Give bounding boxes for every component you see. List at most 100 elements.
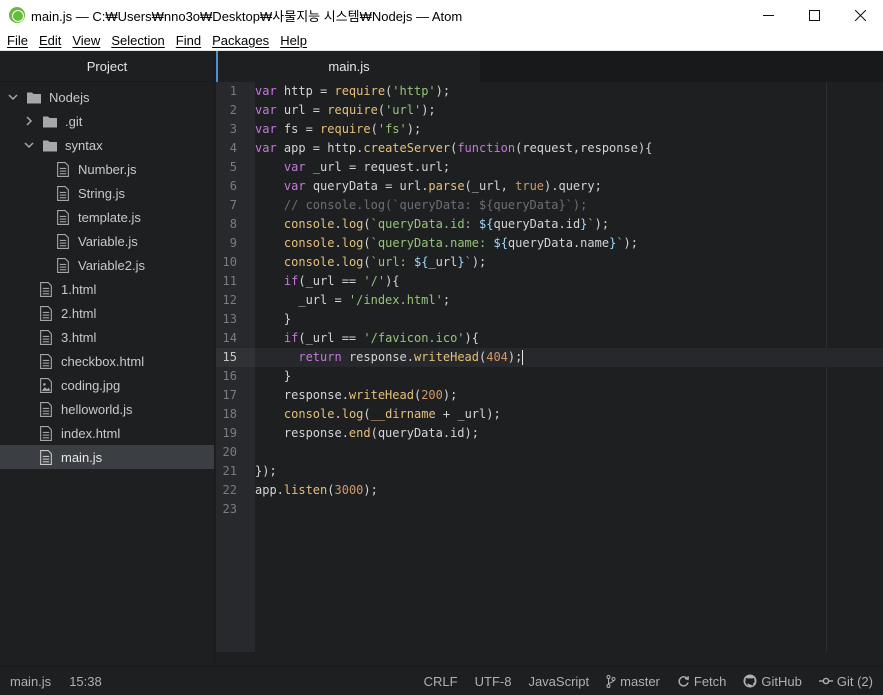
tree-item-label: Number.js [78,161,137,177]
encoding-label: UTF-8 [474,673,512,689]
tree-item-label: main.js [61,449,103,465]
window-title-bar: main.js — C:₩Users₩nno3o₩Desktop₩사물지능 시스… [0,0,883,30]
menu-file[interactable]: File [3,33,32,48]
tree-item-main-js[interactable]: main.js [0,445,214,469]
tree-item-string-js[interactable]: String.js [0,181,214,205]
folder-icon [42,137,58,153]
file-text-icon [55,257,71,273]
line-number: 13 [222,312,237,326]
tree-item-variable-js[interactable]: Variable.js [0,229,214,253]
tree-item-git[interactable]: .git [0,109,214,133]
menu-help[interactable]: Help [276,33,311,48]
line-number: 5 [229,160,237,174]
code-line[interactable]: var url = require('url'); [255,101,883,120]
code-line[interactable] [255,443,883,462]
code-line[interactable]: response.end(queryData.id); [255,424,883,443]
minimize-button[interactable] [745,0,791,30]
status-branch[interactable]: master [606,674,660,689]
code-line[interactable]: app.listen(3000); [255,481,883,500]
line-number: 2 [229,103,237,117]
line-number: 3 [229,122,237,136]
status-fetch[interactable]: Fetch [677,674,726,689]
status-grammar[interactable]: JavaScript [528,674,589,689]
tree-item-label: Nodejs [49,89,90,105]
code-line[interactable]: // console.log(`queryData: ${queryData}`… [255,196,883,215]
tree-item-label: coding.jpg [61,377,121,393]
tree-item-label: 3.html [61,329,97,345]
tree-item-1-html[interactable]: 1.html [0,277,214,301]
maximize-button[interactable] [791,0,837,30]
code-line[interactable]: var _url = request.url; [255,158,883,177]
tree-item-label: Variable2.js [78,257,145,273]
tree-item-checkbox-html[interactable]: checkbox.html [0,349,214,373]
tree-item-syntax[interactable]: syntax [0,133,214,157]
status-file-name[interactable]: main.js [10,674,51,689]
chevron-right-icon [24,116,34,126]
line-number: 14 [222,331,237,345]
code-content[interactable]: var http = require('http'); var url = req… [255,82,883,519]
menu-view[interactable]: View [68,33,104,48]
status-git[interactable]: Git (2) [818,674,873,689]
tree-item-helloworld-js[interactable]: helloworld.js [0,397,214,421]
tab-bar: main.js [216,51,883,82]
chevron-down-icon [8,92,18,102]
code-line[interactable]: } [255,310,883,329]
code-line[interactable]: }); [255,462,883,481]
code-line[interactable] [255,500,883,519]
status-encoding[interactable]: UTF-8 [475,674,512,689]
tree-item-index-html[interactable]: index.html [0,421,214,445]
folder-icon [26,89,42,105]
tree-item-variable2-js[interactable]: Variable2.js [0,253,214,277]
code-line[interactable]: var app = http.createServer(function(req… [255,139,883,158]
code-line[interactable]: console.log(`queryData.name: ${queryData… [255,234,883,253]
code-line[interactable]: console.log(`queryData.id: ${queryData.i… [255,215,883,234]
line-number: 22 [222,483,237,497]
sync-icon [678,675,689,686]
code-line[interactable]: _url = '/index.html'; [255,291,883,310]
tree-item-coding-jpg[interactable]: coding.jpg [0,373,214,397]
code-line[interactable]: if(_url == '/'){ [255,272,883,291]
tree-item-3-html[interactable]: 3.html [0,325,214,349]
git-branch-icon [606,674,616,688]
file-text-icon [55,161,71,177]
menu-find[interactable]: Find [172,33,205,48]
tree-item-number-js[interactable]: Number.js [0,157,214,181]
code-line[interactable]: } [255,367,883,386]
minimize-icon [762,14,774,16]
line-number: 15 [216,348,255,367]
code-line[interactable]: var http = require('http'); [255,82,883,101]
menu-packages[interactable]: Packages [208,33,273,48]
file-text-icon [38,425,54,441]
text-cursor [522,350,524,365]
line-number: 1 [229,84,237,98]
status-cursor-position[interactable]: 15:38 [69,674,102,689]
status-github[interactable]: GitHub [743,674,802,689]
menu-selection[interactable]: Selection [107,33,168,48]
code-line[interactable]: var queryData = url.parse(_url, true).qu… [255,177,883,196]
github-icon [743,674,757,688]
tree-item-2-html[interactable]: 2.html [0,301,214,325]
code-line[interactable]: var fs = require('fs'); [255,120,883,139]
tree-view-header[interactable]: Project [0,51,214,82]
close-button[interactable] [837,0,883,30]
workspace: Project Nodejs .git syntax Number.js Str… [0,51,883,666]
code-line[interactable]: response.writeHead(200); [255,386,883,405]
line-number: 20 [222,445,237,459]
code-line[interactable]: console.log(__dirname + _url); [255,405,883,424]
line-number: 9 [229,236,237,250]
tab-main-js[interactable]: main.js [216,51,480,82]
file-text-icon [55,209,71,225]
code-line[interactable]: return response.writeHead(404); [255,348,883,367]
tree-item-root[interactable]: Nodejs [0,85,214,109]
code-line[interactable]: if(_url == '/favicon.ico'){ [255,329,883,348]
code-editor[interactable]: 1 2 3 4 5 6 7 8 9 10 11 12 13 14 15 16 17 18 19 20 21 22 23 va… [216,82,883,652]
status-line-ending[interactable]: CRLF [424,674,458,689]
file-text-icon [38,329,54,345]
tree-item-label: helloworld.js [61,401,133,417]
code-line[interactable]: console.log(`url: ${_url}`); [255,253,883,272]
tree-item-template-js[interactable]: template.js [0,205,214,229]
menu-edit[interactable]: Edit [35,33,65,48]
git-commit-icon [818,677,833,685]
tree-item-label: Variable.js [78,233,138,249]
folder-icon [42,113,58,129]
